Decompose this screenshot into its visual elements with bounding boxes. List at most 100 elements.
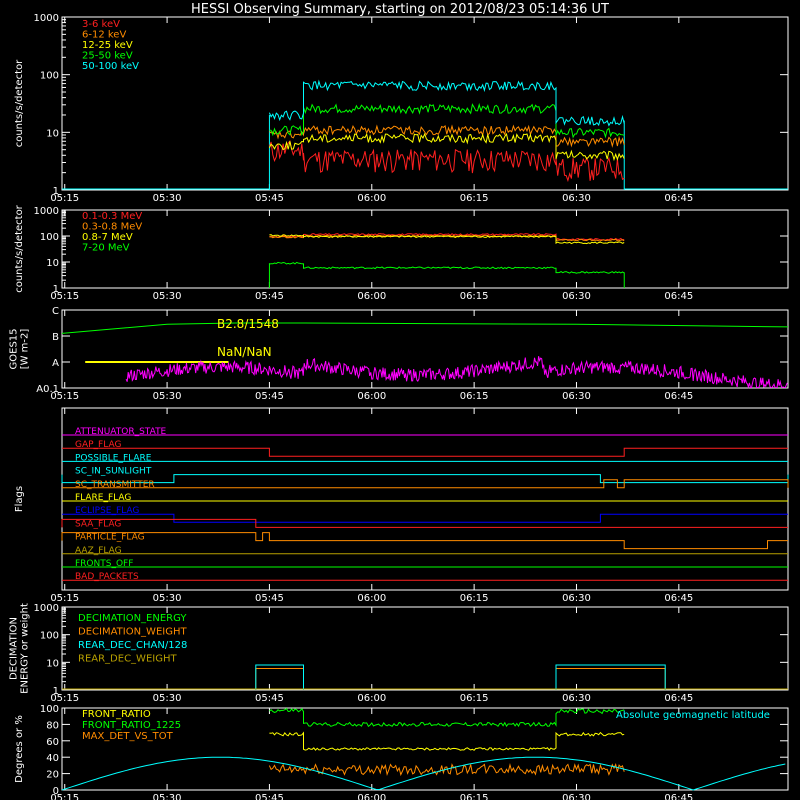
y-axis-label: ENERGY or weight: [20, 603, 31, 694]
x-tick-label: 05:45: [255, 693, 284, 704]
x-tick-label: 06:00: [357, 693, 386, 704]
y-tick-label: C: [52, 306, 59, 317]
y-tick-label: A: [52, 358, 59, 369]
y-tick-label: 1000: [34, 13, 59, 24]
x-tick-label: 05:30: [153, 693, 182, 704]
panel-2-frame: [61, 209, 789, 289]
x-tick-label: 06:30: [562, 793, 591, 800]
x-tick-label: 06:45: [664, 391, 693, 402]
y-tick-label: 10: [46, 128, 59, 139]
series-decimation-weight-line: [555, 668, 666, 690]
x-tick-label: 05:45: [255, 593, 284, 604]
flag-sc-in-sunlight-line: [61, 474, 789, 484]
series-50-100-kev-line: [268, 79, 625, 127]
x-tick-label: 06:00: [357, 193, 386, 204]
flag-label: POSSIBLE_FLARE: [75, 453, 152, 463]
y-tick-label: 0: [53, 786, 59, 797]
legend-entry: DECIMATION_WEIGHT: [78, 627, 187, 638]
y-tick-label: 1000: [34, 206, 59, 217]
x-tick-label: 06:45: [664, 593, 693, 604]
series-front-ratio-line: [269, 731, 625, 751]
x-tick-label: 06:15: [460, 391, 489, 402]
x-tick-label: 06:45: [664, 693, 693, 704]
x-tick-label: 06:30: [562, 391, 591, 402]
x-tick-label: 05:30: [153, 391, 182, 402]
y-tick-label: 40: [46, 753, 59, 764]
legend-entry: REAR_DEC_WEIGHT: [78, 654, 177, 665]
x-tick-label: 06:45: [664, 291, 693, 302]
legend-entry: 3-6 keV: [82, 19, 120, 30]
y-tick-label: 60: [46, 737, 59, 748]
y-tick-label: 10: [46, 658, 59, 669]
flag-label: FRONTS_OFF: [75, 559, 133, 569]
x-tick-label: 06:30: [562, 291, 591, 302]
legend-entry: 6-12 keV: [82, 30, 126, 41]
x-tick-label: 05:30: [153, 193, 182, 204]
x-tick-label: 05:45: [255, 391, 284, 402]
flag-gap-flag-line: [62, 447, 788, 457]
y-tick-label: 20: [46, 770, 59, 781]
x-tick-label: 06:30: [562, 193, 591, 204]
y-axis-label: counts/s/detector: [14, 204, 25, 292]
hessi-summary-figure: HESSI Observing Summary, starting on 201…: [0, 0, 800, 800]
series-3-6-kev-line: [268, 140, 625, 183]
legend-entry: FRONT_RATIO: [82, 709, 151, 720]
legend-entry: 12-25 keV: [82, 40, 133, 51]
y-tick-label: 10: [46, 258, 59, 269]
goes-class-annotation: B2.8/1548: [217, 317, 279, 331]
x-tick-label: 05:30: [153, 793, 182, 800]
goes-class-annotation: NaN/NaN: [217, 345, 272, 359]
legend-entry: FRONT_RATIO_1225: [82, 720, 181, 731]
y-tick-label: 1: [53, 686, 59, 697]
flag-label: AAZ_FLAG: [75, 546, 122, 556]
y-axis-label: Degrees or %: [14, 715, 25, 783]
flag-label: GAP_FLAG: [75, 440, 121, 450]
x-tick-label: 05:45: [255, 793, 284, 800]
x-tick-label: 06:00: [357, 391, 386, 402]
flag-eclipse-flag-line: [62, 513, 788, 523]
flag-label: BAD_PACKETS: [75, 572, 139, 582]
legend-entry: DECIMATION_ENERGY: [78, 613, 187, 624]
x-tick-label: 06:15: [460, 193, 489, 204]
flag-sc-transmitter-line: [62, 479, 789, 489]
legend-entry: 0.8-7 MeV: [82, 232, 133, 243]
y-tick-label: 1: [53, 284, 59, 295]
series-goes-short-line: [125, 356, 788, 389]
flag-label: SC_IN_SUNLIGHT: [75, 467, 152, 477]
x-tick-label: 06:00: [357, 793, 386, 800]
y-axis-label: DECIMATION: [9, 617, 20, 680]
y-axis-label: GOES15: [9, 328, 20, 369]
y-tick-label: 1000: [34, 603, 59, 614]
flag-saa-flag-line: [61, 518, 788, 528]
flag-particle-flag-line: [61, 532, 788, 550]
y-axis-label: counts/s/detector: [14, 59, 25, 147]
x-tick-label: 06:30: [562, 693, 591, 704]
x-tick-label: 05:30: [153, 593, 182, 604]
y-tick-label: 100: [40, 704, 59, 715]
y-tick-label: B: [52, 332, 59, 343]
x-tick-label: 05:45: [255, 193, 284, 204]
flag-label: PARTICLE_FLAG: [75, 533, 145, 543]
legend-entry: 0.1-0.3 MeV: [82, 211, 142, 222]
y-axis-label: Flags: [14, 486, 25, 512]
legend-entry: 50-100 keV: [82, 61, 139, 72]
x-tick-label: 06:15: [460, 693, 489, 704]
legend-entry: 7-20 MeV: [82, 243, 130, 254]
series-front-ratio-1225-line: [269, 707, 625, 728]
x-tick-label: 06:30: [562, 593, 591, 604]
flag-label: FLARE_FLAG: [75, 493, 131, 503]
flag-label: SC_TRANSMITTER: [75, 480, 155, 490]
hessi-summary-chart: HESSI Observing Summary, starting on 201…: [9, 2, 789, 800]
series-decimation-weight-line: [255, 668, 304, 690]
series-geomagnetic-latitude-line: [61, 756, 786, 791]
legend-entry: 25-50 keV: [82, 51, 133, 62]
y-tick-label: 80: [46, 720, 59, 731]
series-7-20-mev-line: [269, 261, 625, 274]
x-tick-label: 06:15: [460, 793, 489, 800]
x-tick-label: 06:15: [460, 593, 489, 604]
legend-entry: 0.3-0.8 MeV: [82, 222, 142, 233]
x-tick-label: 05:45: [255, 291, 284, 302]
series-12-25-kev-line: [268, 132, 625, 162]
panel-1-frame: [61, 16, 789, 191]
flag-label: ECLIPSE_FLAG: [75, 506, 139, 516]
